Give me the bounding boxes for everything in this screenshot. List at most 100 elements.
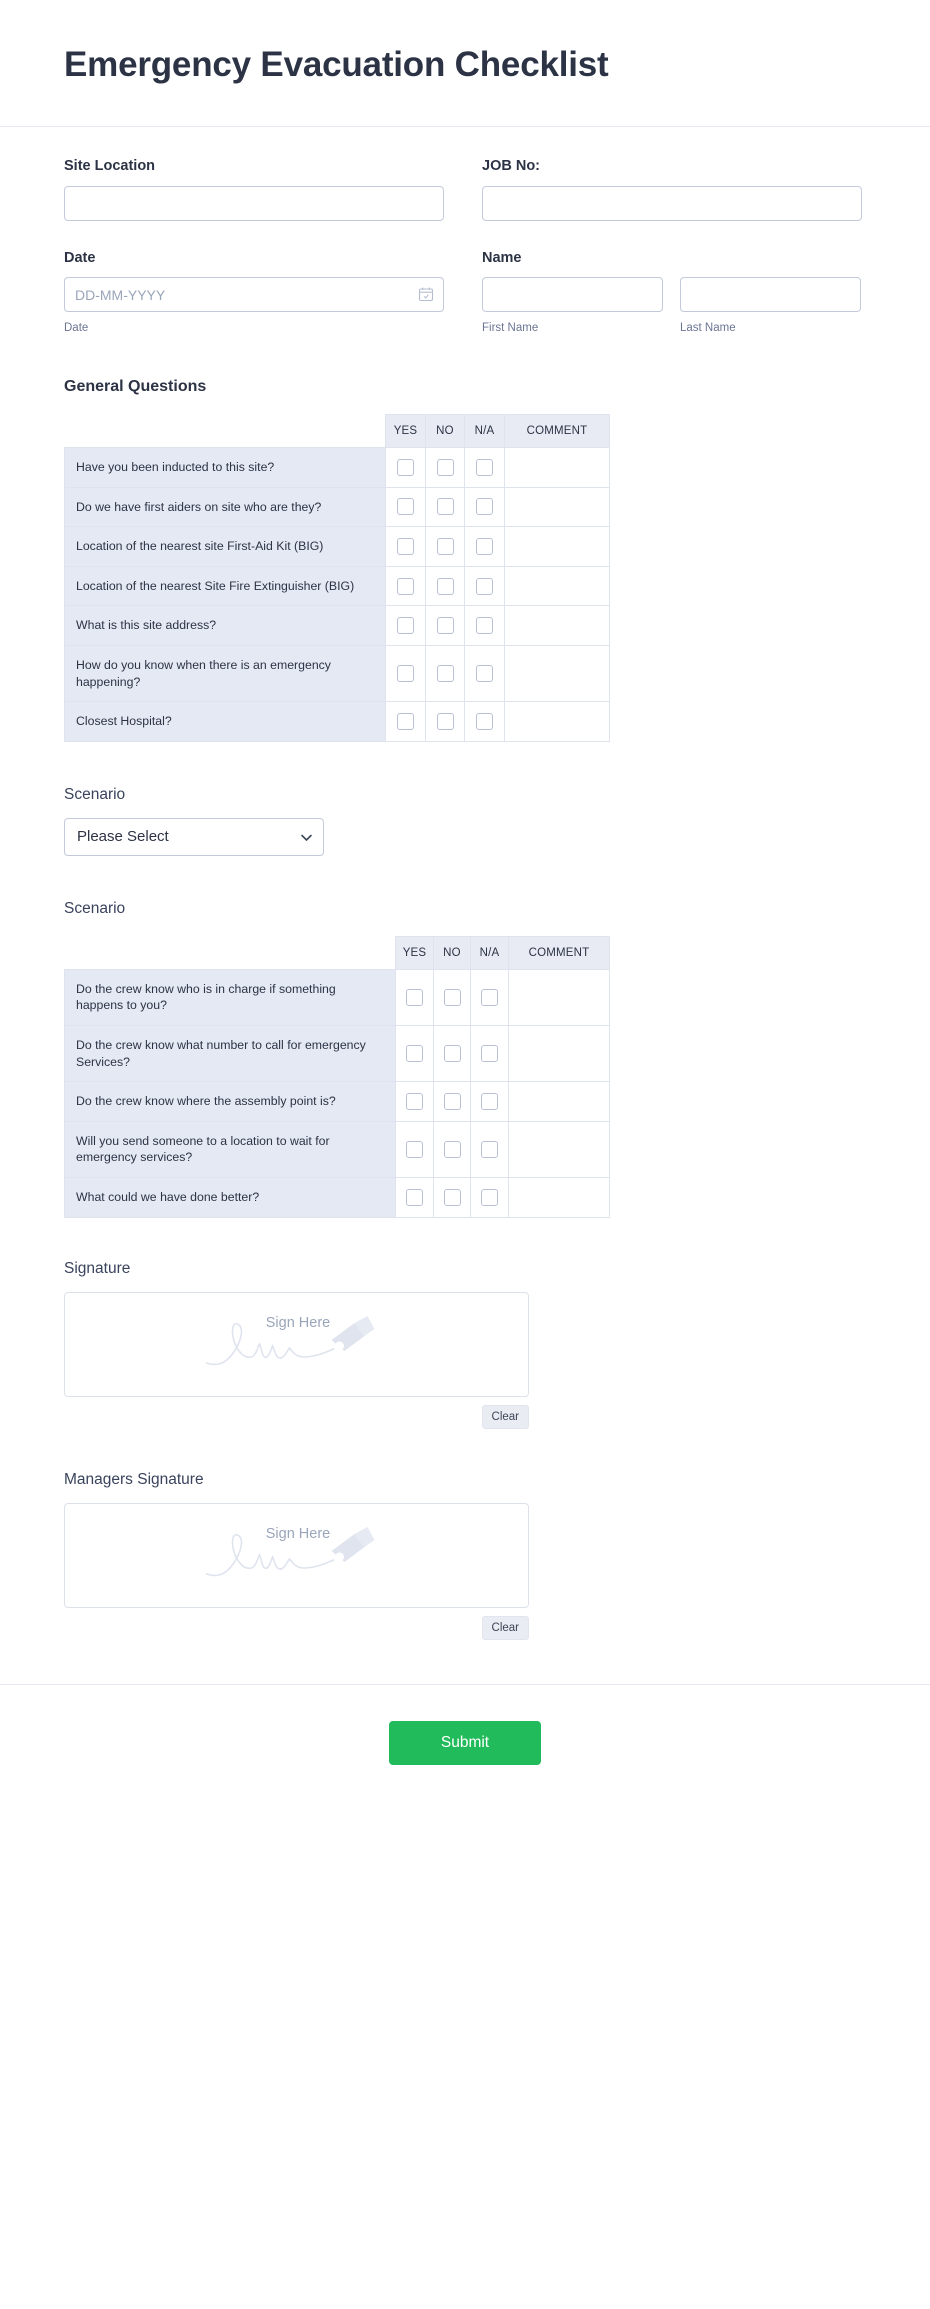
- checkbox-na[interactable]: [476, 458, 493, 476]
- cell-no[interactable]: [433, 968, 471, 1027]
- checkbox-na[interactable]: [476, 538, 493, 556]
- cell-na[interactable]: [470, 1120, 509, 1178]
- cell-no[interactable]: [425, 605, 465, 647]
- cell-no[interactable]: [425, 645, 465, 703]
- checkbox-na[interactable]: [481, 1092, 498, 1110]
- cell-comment[interactable]: [504, 645, 610, 703]
- cell-comment[interactable]: [504, 605, 610, 647]
- cell-no[interactable]: [425, 565, 465, 607]
- checkbox-na[interactable]: [476, 577, 493, 595]
- checkbox-na[interactable]: [476, 665, 493, 683]
- cell-no[interactable]: [433, 1024, 471, 1083]
- cell-comment[interactable]: [508, 1024, 610, 1083]
- cell-yes[interactable]: [395, 1024, 434, 1083]
- cell-comment[interactable]: [504, 565, 610, 607]
- date-input[interactable]: [64, 277, 444, 313]
- cell-yes[interactable]: [385, 526, 426, 567]
- managers-signature-pad[interactable]: Sign Here: [64, 1502, 529, 1608]
- cell-yes[interactable]: [395, 1120, 434, 1178]
- checkbox-yes[interactable]: [397, 538, 414, 556]
- checkbox-no[interactable]: [436, 458, 454, 476]
- cell-no[interactable]: [433, 1120, 471, 1178]
- cell-yes[interactable]: [385, 605, 426, 647]
- site-location-input[interactable]: [64, 185, 444, 221]
- cell-na[interactable]: [464, 701, 505, 742]
- cell-na[interactable]: [470, 1176, 509, 1218]
- checkbox-na[interactable]: [481, 1140, 498, 1158]
- cell-yes[interactable]: [385, 447, 426, 488]
- checkbox-yes[interactable]: [406, 1045, 423, 1063]
- checkbox-no[interactable]: [436, 498, 454, 516]
- cell-na[interactable]: [464, 605, 505, 647]
- cell-no[interactable]: [425, 447, 465, 488]
- cell-comment[interactable]: [508, 1176, 610, 1218]
- checkbox-yes[interactable]: [406, 988, 423, 1006]
- cell-na[interactable]: [470, 1081, 509, 1122]
- clear-managers-signature-button[interactable]: Clear: [481, 1615, 529, 1640]
- table-row: Location of the nearest site First-Aid K…: [64, 526, 610, 567]
- checkbox-no[interactable]: [436, 538, 454, 556]
- cell-na[interactable]: [470, 968, 509, 1027]
- submit-button[interactable]: Submit: [389, 1720, 541, 1765]
- cell-yes[interactable]: [385, 486, 426, 528]
- cell-no[interactable]: [425, 701, 465, 742]
- checkbox-yes[interactable]: [406, 1140, 423, 1158]
- scenario-select-wrap: Please Select: [64, 817, 324, 856]
- checkbox-na[interactable]: [476, 713, 493, 731]
- job-no-input[interactable]: [482, 185, 862, 221]
- cell-comment[interactable]: [508, 968, 610, 1027]
- checkbox-yes[interactable]: [406, 1092, 423, 1110]
- checkbox-no[interactable]: [443, 1045, 461, 1063]
- checkbox-na[interactable]: [476, 617, 493, 635]
- cell-na[interactable]: [470, 1024, 509, 1083]
- cell-comment[interactable]: [508, 1081, 610, 1122]
- col-header-comment: COMMENT: [508, 935, 610, 970]
- cell-comment[interactable]: [504, 701, 610, 742]
- cell-yes[interactable]: [385, 645, 426, 703]
- cell-na[interactable]: [464, 486, 505, 528]
- cell-comment[interactable]: [504, 447, 610, 488]
- checkbox-yes[interactable]: [397, 713, 414, 731]
- checkbox-yes[interactable]: [397, 498, 414, 516]
- checkbox-no[interactable]: [436, 617, 454, 635]
- cell-comment[interactable]: [508, 1120, 610, 1178]
- checkbox-yes[interactable]: [406, 1188, 423, 1206]
- checkbox-no[interactable]: [443, 988, 461, 1006]
- cell-na[interactable]: [464, 565, 505, 607]
- checkbox-no[interactable]: [443, 1092, 461, 1110]
- checkbox-yes[interactable]: [397, 617, 414, 635]
- last-name-input[interactable]: [680, 277, 861, 313]
- cell-no[interactable]: [425, 526, 465, 567]
- checkbox-no[interactable]: [436, 713, 454, 731]
- checkbox-yes[interactable]: [397, 577, 414, 595]
- checkbox-na[interactable]: [476, 498, 493, 516]
- clear-signature-button[interactable]: Clear: [481, 1404, 529, 1429]
- cell-no[interactable]: [433, 1176, 471, 1218]
- checkbox-na[interactable]: [481, 1045, 498, 1063]
- cell-na[interactable]: [464, 645, 505, 703]
- cell-na[interactable]: [464, 447, 505, 488]
- checkbox-yes[interactable]: [397, 665, 414, 683]
- table-row: Do the crew know what number to call for…: [64, 1024, 610, 1083]
- cell-yes[interactable]: [395, 1081, 434, 1122]
- scenario-select[interactable]: Please Select: [64, 817, 324, 856]
- checkbox-na[interactable]: [481, 988, 498, 1006]
- checkbox-no[interactable]: [436, 577, 454, 595]
- cell-no[interactable]: [433, 1081, 471, 1122]
- cell-yes[interactable]: [395, 968, 434, 1027]
- cell-comment[interactable]: [504, 526, 610, 567]
- checkbox-na[interactable]: [481, 1188, 498, 1206]
- checkbox-yes[interactable]: [397, 458, 414, 476]
- signature-pad[interactable]: Sign Here: [64, 1291, 529, 1397]
- first-name-input[interactable]: [482, 277, 663, 313]
- cell-no[interactable]: [425, 486, 465, 528]
- checkbox-no[interactable]: [436, 665, 454, 683]
- cell-yes[interactable]: [395, 1176, 434, 1218]
- cell-na[interactable]: [464, 526, 505, 567]
- checkbox-no[interactable]: [443, 1188, 461, 1206]
- cell-comment[interactable]: [504, 486, 610, 528]
- cell-yes[interactable]: [385, 701, 426, 742]
- question-label: What could we have done better?: [64, 1176, 396, 1218]
- checkbox-no[interactable]: [443, 1140, 461, 1158]
- cell-yes[interactable]: [385, 565, 426, 607]
